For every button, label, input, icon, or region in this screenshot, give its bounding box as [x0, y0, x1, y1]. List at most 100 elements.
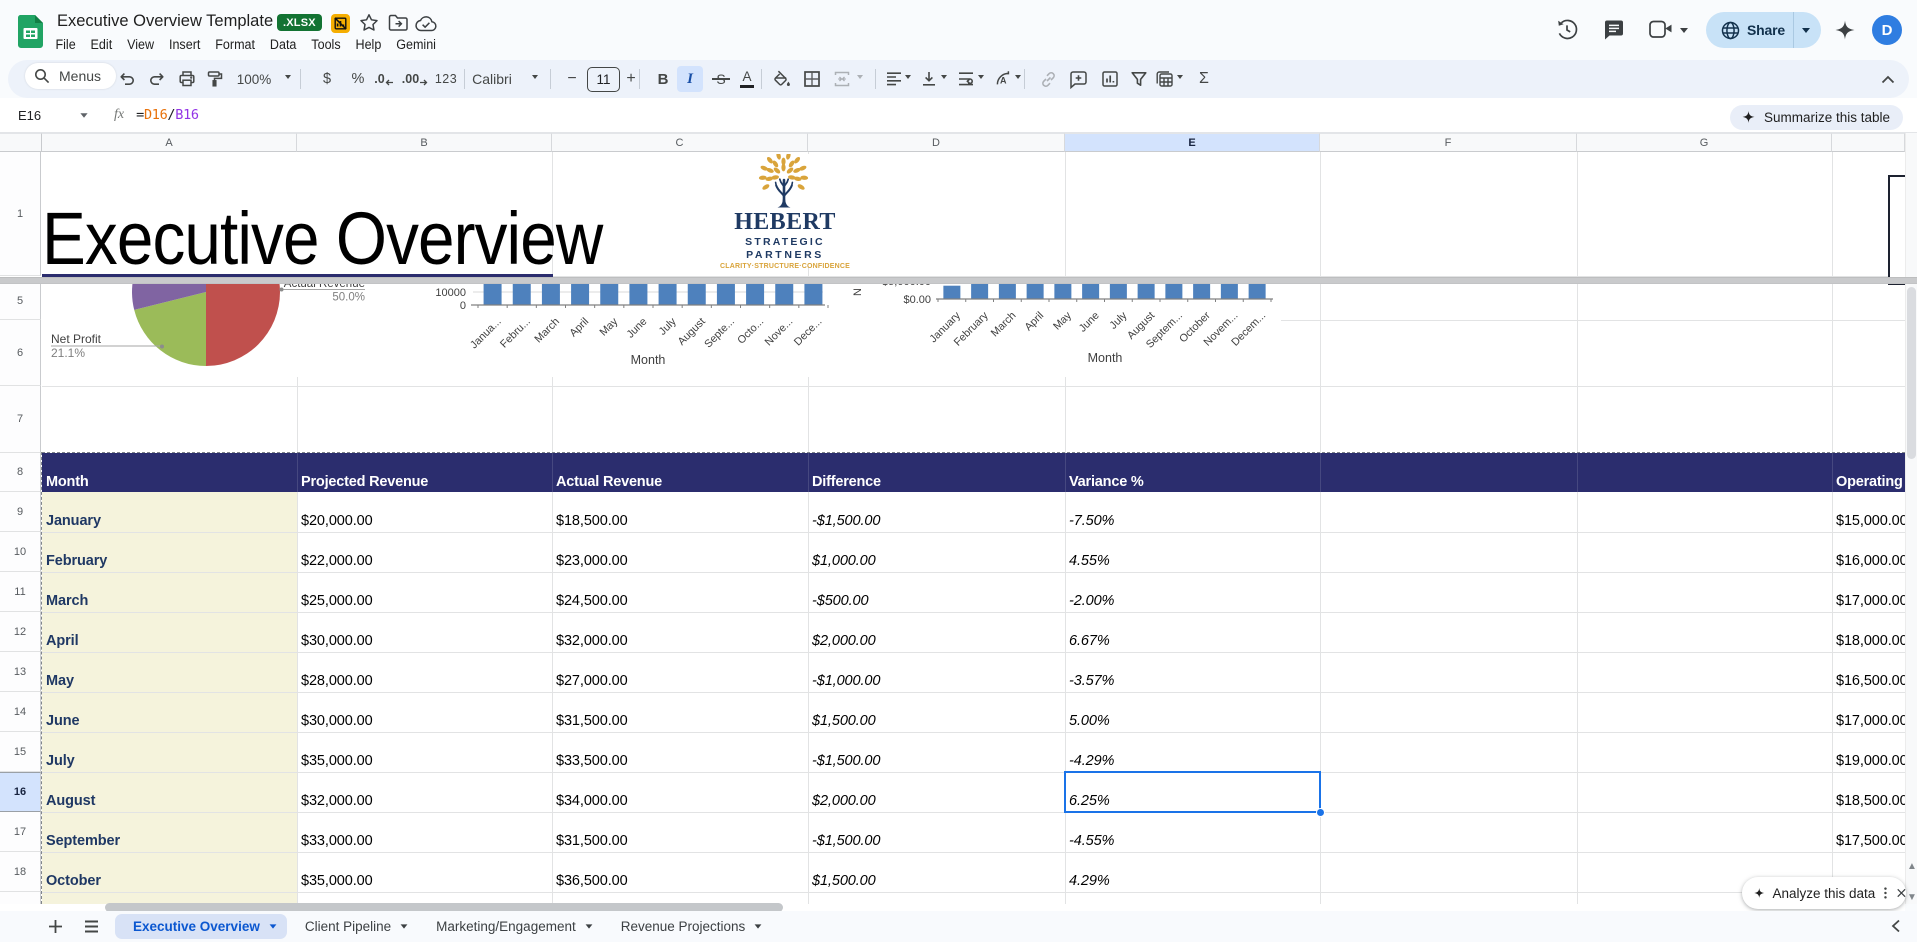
pie-chart[interactable]: Actual Revenue50.0%Net Profit21.1%: [42, 282, 423, 377]
decrease-decimals-button[interactable]: .0: [372, 66, 396, 92]
borders-button[interactable]: [799, 66, 825, 92]
cell-difference-january[interactable]: -$1,500.00: [808, 492, 1065, 532]
comments-icon[interactable]: [1603, 19, 1625, 41]
cell-projected-april[interactable]: $30,000.00: [297, 612, 552, 652]
cell-projected-february[interactable]: $22,000.00: [297, 532, 552, 572]
cell-variance-may[interactable]: -3.57%: [1065, 652, 1320, 692]
cell-opex-april[interactable]: $18,000.00: [1832, 612, 1905, 652]
meet-camera-icon[interactable]: [1649, 20, 1673, 39]
strikethrough-button[interactable]: S: [708, 66, 734, 92]
cell-variance-april[interactable]: 6.67%: [1065, 612, 1320, 652]
cell-month-march[interactable]: March: [42, 572, 297, 612]
cell-opex-february[interactable]: $16,000.00: [1832, 532, 1905, 572]
cell-opex-may[interactable]: $16,500.00: [1832, 652, 1905, 692]
row-header-1[interactable]: 1: [0, 152, 41, 276]
cell-projected-august[interactable]: $32,000.00: [297, 772, 552, 812]
clipped-chart-edge[interactable]: [1888, 175, 1905, 285]
cell-month-october[interactable]: October: [42, 852, 297, 892]
menu-format[interactable]: Format: [208, 33, 263, 55]
all-sheets-button[interactable]: [78, 914, 104, 940]
cell-difference-september[interactable]: -$1,500.00: [808, 812, 1065, 852]
row-header-15[interactable]: 15: [0, 732, 41, 772]
print-button[interactable]: [174, 66, 200, 92]
column-header-C[interactable]: C: [552, 133, 808, 152]
zoom-control[interactable]: 100%: [230, 66, 278, 92]
row-header-13[interactable]: 13: [0, 652, 41, 692]
tab-menu-caret[interactable]: [401, 924, 408, 928]
cell-projected-september[interactable]: $33,000.00: [297, 812, 552, 852]
share-button[interactable]: Share: [1706, 12, 1821, 48]
create-filter-button[interactable]: [1126, 66, 1152, 92]
row-header-12[interactable]: 12: [0, 612, 41, 652]
format-percent-button[interactable]: %: [345, 66, 371, 92]
horizontal-align-button[interactable]: [881, 66, 907, 92]
insert-chart-button[interactable]: [1097, 66, 1123, 92]
row-header-6[interactable]: 6: [0, 320, 41, 386]
cell-actual-september[interactable]: $31,500.00: [552, 812, 808, 852]
cell-projected-may[interactable]: $28,000.00: [297, 652, 552, 692]
scroll-down-arrow[interactable]: ▼: [1907, 893, 1917, 903]
merge-cells-button[interactable]: [829, 66, 855, 92]
menu-view[interactable]: View: [120, 33, 162, 55]
menu-edit[interactable]: Edit: [83, 33, 120, 55]
cell-projected-july[interactable]: $35,000.00: [297, 732, 552, 772]
version-history-icon[interactable]: [1556, 19, 1578, 41]
cell-opex-june[interactable]: $17,000.00: [1832, 692, 1905, 732]
collapse-toolbar-button[interactable]: [1875, 66, 1901, 92]
menu-help[interactable]: Help: [348, 33, 389, 55]
cell-month-june[interactable]: June: [42, 692, 297, 732]
cell-variance-july[interactable]: -4.29%: [1065, 732, 1320, 772]
cell-projected-october[interactable]: $35,000.00: [297, 852, 552, 892]
table-views-button[interactable]: [1151, 66, 1177, 92]
row-header-10[interactable]: 10: [0, 532, 41, 572]
gemini-icon[interactable]: [1833, 19, 1857, 43]
share-dropdown[interactable]: [1794, 28, 1821, 33]
cell-variance-october[interactable]: 4.29%: [1065, 852, 1320, 892]
vertical-scrollbar[interactable]: [1905, 133, 1917, 904]
cloud-saved-icon[interactable]: [415, 15, 437, 32]
cell-actual-june[interactable]: $31,500.00: [552, 692, 808, 732]
column-header-F[interactable]: F: [1320, 133, 1577, 152]
star-icon[interactable]: [359, 13, 379, 33]
cell-projected-january[interactable]: $20,000.00: [297, 492, 552, 532]
select-all-corner[interactable]: [0, 133, 42, 152]
row-header-7[interactable]: 7: [0, 386, 41, 453]
sheet-tab-revenue-projections[interactable]: Revenue Projections: [603, 914, 773, 939]
row-header-9[interactable]: 9: [0, 492, 41, 532]
cell-month-august[interactable]: August: [42, 772, 297, 812]
cell-actual-august[interactable]: $34,000.00: [552, 772, 808, 812]
text-rotation-button[interactable]: A: [990, 66, 1016, 92]
column-header-A[interactable]: A: [42, 133, 297, 152]
menu-gemini[interactable]: Gemini: [389, 33, 444, 55]
analyze-data-button[interactable]: Analyze this data: [1742, 877, 1906, 909]
selection-fill-handle[interactable]: [1316, 808, 1325, 817]
cell-difference-october[interactable]: $1,500.00: [808, 852, 1065, 892]
summarize-table-button[interactable]: Summarize this table: [1730, 105, 1903, 130]
row-header-17[interactable]: 17: [0, 812, 41, 852]
close-icon[interactable]: [1897, 887, 1906, 899]
cell-difference-august[interactable]: $2,000.00: [808, 772, 1065, 812]
sheets-logo-icon[interactable]: [18, 15, 43, 48]
cell-variance-march[interactable]: -2.00%: [1065, 572, 1320, 612]
column-header-G[interactable]: G: [1577, 133, 1832, 152]
compatibility-warning-icon[interactable]: [331, 14, 350, 33]
insert-comment-button[interactable]: [1065, 66, 1091, 92]
row-header-16[interactable]: 16: [0, 772, 41, 812]
cell-difference-march[interactable]: -$500.00: [808, 572, 1065, 612]
camera-dropdown-caret[interactable]: [1680, 28, 1688, 33]
cell-actual-march[interactable]: $24,500.00: [552, 572, 808, 612]
cell-opex-september[interactable]: $17,500.00: [1832, 812, 1905, 852]
cell-month-september[interactable]: September: [42, 812, 297, 852]
column-header-D[interactable]: D: [808, 133, 1065, 152]
cell-difference-may[interactable]: -$1,000.00: [808, 652, 1065, 692]
cell-difference-february[interactable]: $1,000.00: [808, 532, 1065, 572]
increase-decimals-button[interactable]: .00: [401, 66, 429, 92]
fill-color-button[interactable]: [768, 66, 794, 92]
redo-button[interactable]: [144, 66, 170, 92]
tab-menu-caret[interactable]: [755, 924, 762, 928]
name-box[interactable]: E16: [0, 98, 100, 132]
bar-chart-revenue[interactable]: 100000Janua...Febru...MarchAprilMayJuneJ…: [423, 282, 868, 377]
column-header-E[interactable]: E: [1065, 133, 1320, 152]
sheet-tab-client-pipeline[interactable]: Client Pipeline: [287, 914, 418, 939]
cell-difference-july[interactable]: -$1,500.00: [808, 732, 1065, 772]
